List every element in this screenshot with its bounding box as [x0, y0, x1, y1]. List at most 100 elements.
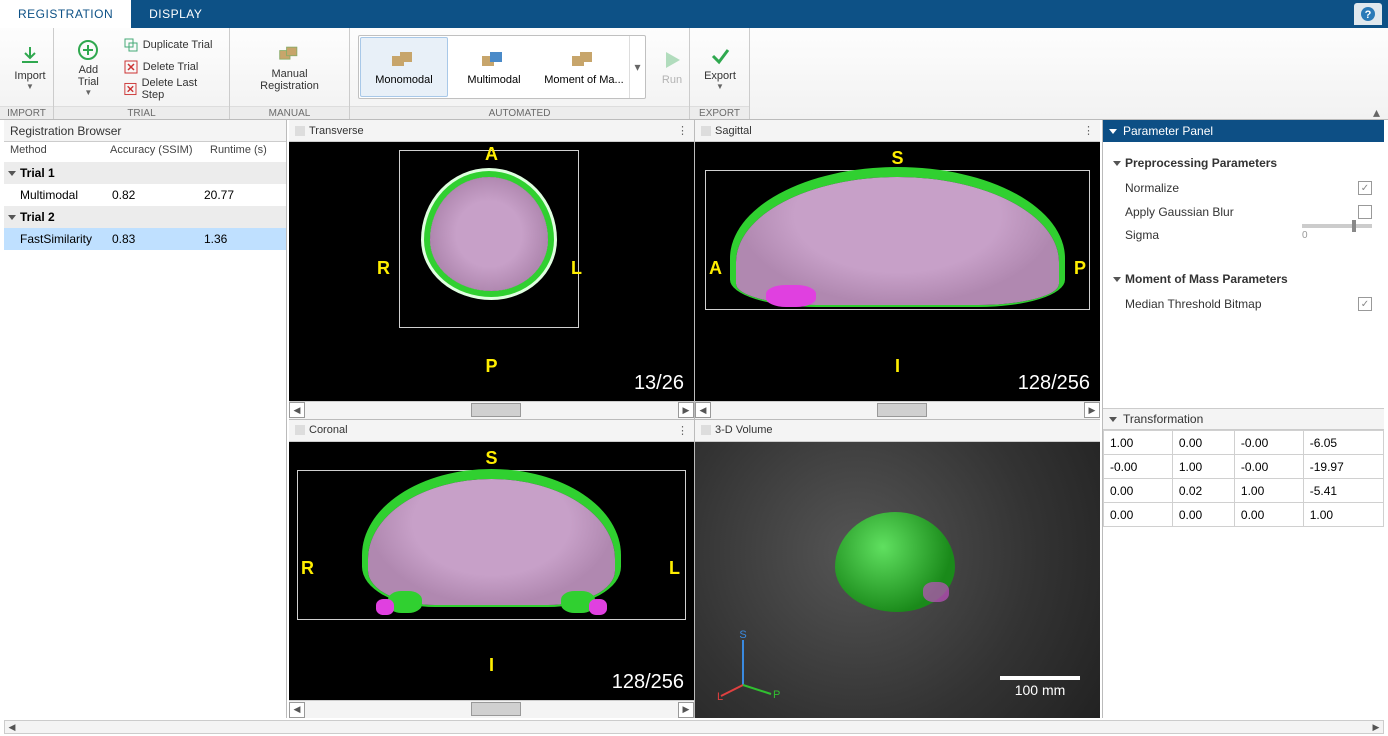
moment-of-mass-icon: [570, 49, 598, 71]
pin-icon: [701, 126, 711, 136]
scale-bar: 100 mm: [1000, 676, 1080, 698]
right-panel: Parameter Panel Preprocessing Parameters…: [1102, 120, 1384, 718]
view-coronal-title: Coronal: [309, 424, 348, 436]
axis-3d-icon: S L P: [713, 630, 783, 700]
browser-column-headers: Method Accuracy (SSIM) Runtime (s): [4, 142, 286, 162]
import-icon: [18, 44, 42, 68]
registration-browser-panel: Registration Browser Method Accuracy (SS…: [4, 120, 287, 718]
orient-label: L: [571, 258, 582, 279]
orient-label: R: [377, 258, 390, 279]
add-trial-button[interactable]: Add Trial ▼: [60, 32, 117, 102]
view-menu-icon[interactable]: ⋮: [1083, 124, 1094, 137]
gaussian-checkbox[interactable]: [1358, 205, 1372, 219]
view-3d-volume: 3-D Volume S L P 100 mm: [695, 420, 1100, 719]
median-threshold-label: Median Threshold Bitmap: [1125, 297, 1358, 311]
orient-label: A: [485, 144, 498, 165]
sigma-slider[interactable]: [1302, 224, 1372, 228]
group-label-trial: TRIAL: [54, 106, 229, 119]
sigma-value: 0: [1302, 230, 1374, 241]
sigma-label: Sigma: [1125, 224, 1302, 242]
mom-header: Moment of Mass Parameters: [1125, 272, 1288, 286]
svg-text:P: P: [773, 689, 780, 700]
orient-label: I: [895, 356, 900, 377]
delete-trial-icon: [123, 59, 139, 75]
parameter-panel-header[interactable]: Parameter Panel: [1103, 120, 1384, 142]
automated-gallery: Monomodal Multimodal Moment of Ma... ▾: [358, 35, 646, 99]
orient-label: R: [301, 558, 314, 579]
delete-last-icon: [123, 81, 138, 97]
export-icon: [708, 44, 732, 68]
view-volume-title: 3-D Volume: [715, 424, 772, 436]
gaussian-label: Apply Gaussian Blur: [1125, 205, 1358, 219]
help-icon: ?: [1360, 6, 1376, 22]
normalize-checkbox[interactable]: ✓: [1358, 181, 1372, 195]
trial-1-row-0[interactable]: Multimodal0.8220.77: [4, 184, 286, 206]
trial-1-header[interactable]: Trial 1: [4, 162, 286, 184]
view-transverse-title: Transverse: [309, 125, 364, 137]
svg-text:?: ?: [1365, 9, 1372, 21]
tab-registration[interactable]: REGISTRATION: [0, 0, 131, 28]
import-button[interactable]: Import ▼: [6, 32, 54, 102]
gallery-item-multimodal[interactable]: Multimodal: [450, 37, 538, 97]
trial-2-header[interactable]: Trial 2: [4, 206, 286, 228]
preproc-header: Preprocessing Parameters: [1125, 156, 1277, 170]
collapse-toolstrip-icon[interactable]: ▴: [1373, 104, 1380, 121]
delete-trial-button[interactable]: Delete Trial: [117, 56, 223, 78]
slice-scrollbar[interactable]: ◀▶: [289, 700, 694, 718]
view-menu-icon[interactable]: ⋮: [677, 124, 688, 137]
view-grid: Transverse ⋮ A P R L 13/26 ◀▶ Sagittal ⋮: [289, 120, 1100, 718]
pin-icon: [701, 425, 711, 435]
view-sagittal-title: Sagittal: [715, 125, 752, 137]
document-scrollbar[interactable]: ◀▶: [4, 720, 1384, 734]
svg-text:S: S: [739, 630, 746, 641]
run-icon: [660, 48, 684, 72]
tab-display[interactable]: DISPLAY: [131, 0, 220, 28]
slice-index: 128/256: [612, 671, 684, 694]
group-label-export: EXPORT: [690, 106, 749, 119]
group-label-automated: AUTOMATED: [350, 106, 689, 119]
monomodal-icon: [390, 49, 418, 71]
group-label-manual: MANUAL: [230, 106, 349, 119]
duplicate-trial-button[interactable]: Duplicate Trial: [117, 34, 223, 56]
orient-label: A: [709, 258, 722, 279]
transformation-matrix: 1.000.00-0.00-6.05 -0.001.00-0.00-19.97 …: [1103, 430, 1384, 527]
tab-bar: REGISTRATION DISPLAY ?: [0, 0, 1388, 28]
help-button[interactable]: ?: [1354, 3, 1382, 25]
run-button[interactable]: Run: [648, 32, 696, 102]
median-threshold-checkbox[interactable]: ✓: [1358, 297, 1372, 311]
orient-label: S: [891, 148, 903, 169]
delete-last-step-button[interactable]: Delete Last Step: [117, 78, 223, 100]
orient-label: P: [485, 356, 497, 377]
orient-label: L: [669, 558, 680, 579]
add-trial-icon: [76, 38, 100, 62]
slice-scrollbar[interactable]: ◀▶: [289, 401, 694, 419]
view-sagittal: Sagittal ⋮ S I A P 128/256 ◀▶: [695, 120, 1100, 419]
slice-index: 13/26: [634, 372, 684, 395]
transformation-header[interactable]: Transformation: [1103, 408, 1384, 430]
svg-text:L: L: [717, 691, 723, 700]
pin-icon: [295, 425, 305, 435]
orient-label: I: [489, 655, 494, 676]
volume-viewport[interactable]: S L P 100 mm: [695, 442, 1100, 719]
gallery-item-monomodal[interactable]: Monomodal: [360, 37, 448, 97]
manual-registration-icon: [278, 42, 302, 66]
normalize-label: Normalize: [1125, 181, 1358, 195]
group-label-import: IMPORT: [0, 106, 53, 119]
orient-label: S: [485, 448, 497, 469]
duplicate-icon: [123, 37, 139, 53]
view-coronal: Coronal ⋮ S I R L 128/256 ◀▶: [289, 420, 694, 719]
view-transverse: Transverse ⋮ A P R L 13/26 ◀▶: [289, 120, 694, 419]
export-button[interactable]: Export ▼: [696, 32, 744, 102]
gallery-item-moment-of-mass[interactable]: Moment of Ma...: [540, 37, 628, 97]
trial-2-row-0[interactable]: FastSimilarity0.831.36: [4, 228, 286, 250]
slice-index: 128/256: [1018, 372, 1090, 395]
registration-browser-header: Registration Browser: [4, 120, 286, 142]
toolstrip: Import ▼ IMPORT Add Trial ▼ Duplicate Tr…: [0, 28, 1388, 120]
pin-icon: [295, 126, 305, 136]
gallery-dropdown[interactable]: ▾: [629, 36, 645, 98]
multimodal-icon: [480, 49, 508, 71]
slice-scrollbar[interactable]: ◀▶: [695, 401, 1100, 419]
orient-label: P: [1074, 258, 1086, 279]
manual-registration-button[interactable]: Manual Registration: [236, 32, 343, 102]
view-menu-icon[interactable]: ⋮: [677, 424, 688, 437]
